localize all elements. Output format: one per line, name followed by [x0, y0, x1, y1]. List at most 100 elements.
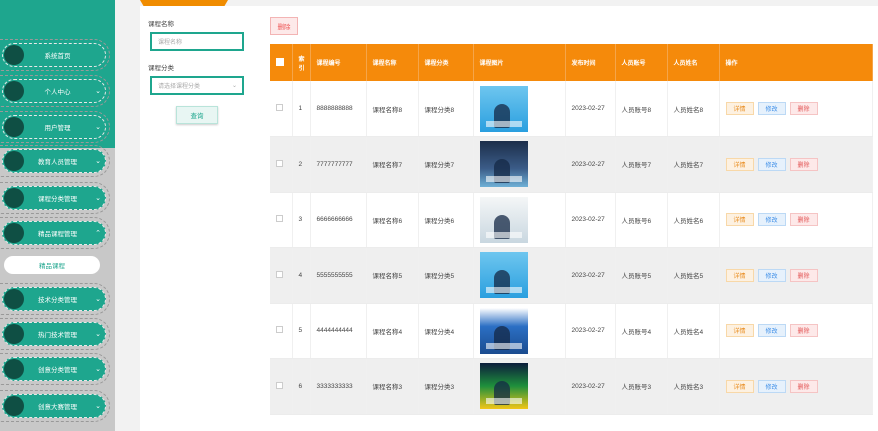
sidebar-item[interactable]: 个人中心 ⌄	[2, 79, 106, 103]
cell-index: 3	[292, 192, 311, 248]
row-checkbox[interactable]	[276, 159, 283, 167]
sidebar-item-label: 创意大赛管理	[38, 404, 77, 411]
batch-delete-button[interactable]: 删除	[270, 17, 298, 35]
delete-button[interactable]: 删除	[789, 213, 818, 227]
delete-button[interactable]: 删除	[789, 102, 818, 115]
select-all-checkbox[interactable]	[270, 44, 293, 81]
edit-button[interactable]: 修改	[757, 157, 786, 171]
cell-account: 人员账号3	[615, 358, 668, 415]
row-checkbox-cell	[270, 192, 293, 248]
header-name: 课程名称	[366, 44, 419, 81]
detail-button[interactable]: 详情	[725, 379, 754, 393]
chevron-down-icon: ⌄	[95, 296, 101, 303]
sidebar-item-label: 精品课程管理	[38, 231, 77, 238]
cell-index: 2	[292, 136, 311, 193]
cell-account: 人员账号8	[615, 81, 668, 137]
cell-code: 6666666666	[310, 192, 367, 248]
cell-actions: 详情 修改 删除	[719, 192, 873, 248]
edit-button[interactable]: 修改	[757, 324, 786, 338]
cell-actions: 详情 修改 删除	[719, 358, 873, 415]
cell-date: 2023-02-27	[565, 192, 616, 248]
course-type-placeholder: 请选择课程分类	[158, 84, 201, 90]
row-checkbox[interactable]	[276, 215, 283, 223]
edit-button[interactable]: 修改	[757, 379, 786, 393]
header-account: 人员账号	[615, 44, 668, 81]
course-thumbnail[interactable]	[479, 252, 528, 299]
menu-dot-icon	[4, 117, 24, 137]
edit-button[interactable]: 修改	[757, 213, 786, 227]
delete-button[interactable]: 删除	[789, 379, 818, 393]
row-checkbox[interactable]	[276, 326, 283, 334]
delete-button[interactable]: 删除	[789, 157, 818, 171]
sidebar-item[interactable]: 创意分类管理 ⌄	[2, 357, 106, 381]
sidebar-item[interactable]: 教育人员管理 ⌄	[2, 149, 106, 173]
cell-person: 人员姓名4	[667, 303, 720, 359]
row-actions: 详情 修改 删除	[725, 324, 872, 338]
delete-button[interactable]: 删除	[789, 268, 818, 282]
row-actions: 详情 修改 删除	[725, 268, 872, 282]
course-name-input[interactable]: 课程名称	[150, 32, 244, 51]
header-date: 发布时间	[565, 44, 616, 81]
course-thumbnail[interactable]	[479, 363, 528, 410]
cell-person: 人员姓名5	[667, 247, 720, 304]
course-thumbnail[interactable]	[479, 196, 528, 243]
cell-date: 2023-02-27	[565, 358, 616, 415]
detail-button[interactable]: 详情	[725, 268, 754, 282]
filter-panel: 课程名称 课程名称 课程分类 请选择课程分类 ⌄ 查询	[140, 6, 256, 431]
row-checkbox[interactable]	[276, 270, 283, 278]
sidebar-item[interactable]: 精品课程管理 ⌃	[2, 221, 106, 245]
row-checkbox[interactable]	[276, 381, 283, 389]
sidebar-item[interactable]: 系统首页	[2, 43, 106, 67]
edit-button[interactable]: 修改	[757, 102, 786, 115]
cell-index: 5	[292, 303, 311, 359]
table-header-row: 索引 课程编号 课程名称 课程分类 课程图片 发布时间 人员账号 人员姓名 操作	[270, 44, 873, 81]
sidebar-item[interactable]: 技术分类管理 ⌄	[2, 287, 106, 311]
course-thumbnail[interactable]	[479, 307, 528, 354]
sidebar-item-label: 技术分类管理	[38, 297, 77, 304]
row-checkbox[interactable]	[276, 104, 283, 111]
header-code: 课程编号	[310, 44, 367, 81]
query-button[interactable]: 查询	[176, 106, 218, 124]
edit-button[interactable]: 修改	[757, 268, 786, 282]
sidebar-item[interactable]: 热门技术管理 ⌄	[2, 322, 106, 346]
cell-code: 4444444444	[310, 303, 367, 359]
header-type: 课程分类	[418, 44, 474, 81]
sidebar-item[interactable]: 课程分类管理 ⌄	[2, 186, 106, 210]
course-thumbnail[interactable]	[479, 141, 528, 188]
cell-actions: 详情 修改 删除	[719, 136, 873, 193]
checkbox-icon[interactable]	[276, 57, 284, 66]
thumbnail-band	[485, 342, 522, 349]
course-name-label: 课程名称	[148, 21, 174, 28]
course-type-label: 课程分类	[148, 65, 174, 72]
chevron-down-icon: ⌄	[95, 88, 101, 95]
sidebar: 系统首页个人中心 ⌄ 用户管理 ⌄ 教育人员管理 ⌄ 课程分类管理 ⌄ 精品课程管理 ⌃ 技术分类管…	[0, 0, 115, 431]
thumbnail-band	[485, 398, 522, 405]
sidebar-item-label: 热门技术管理	[38, 332, 77, 339]
cell-name: 课程名称8	[366, 81, 419, 137]
menu-dot-icon	[4, 45, 24, 65]
delete-button[interactable]: 删除	[789, 324, 818, 338]
table-row: 3 6666666666 课程名称6 课程分类6 2023-02-27 人员账号6 人员姓名…	[270, 192, 873, 248]
cell-image	[473, 303, 566, 359]
table-row: 4 5555555555 课程名称5 课程分类5 2023-02-27 人员账号5 人员姓名…	[270, 247, 873, 304]
cell-account: 人员账号5	[615, 247, 668, 304]
cell-actions: 详情 修改 删除	[719, 303, 873, 359]
cell-account: 人员账号7	[615, 136, 668, 193]
chevron-down-icon: ⌄	[95, 331, 101, 338]
course-type-select[interactable]: 请选择课程分类 ⌄	[150, 76, 244, 95]
row-actions: 详情 修改 删除	[725, 379, 872, 393]
cell-person: 人员姓名8	[667, 81, 720, 137]
cell-image	[473, 358, 566, 415]
cell-date: 2023-02-27	[565, 136, 616, 193]
detail-button[interactable]: 详情	[725, 324, 754, 338]
course-thumbnail[interactable]	[479, 85, 528, 132]
header-actions: 操作	[719, 44, 873, 81]
sidebar-item[interactable]: 用户管理 ⌄	[2, 115, 106, 139]
detail-button[interactable]: 详情	[725, 102, 754, 115]
sidebar-item[interactable]: 创意大赛管理 ⌄	[2, 394, 106, 418]
cell-index: 4	[292, 247, 311, 304]
detail-button[interactable]: 详情	[725, 213, 754, 227]
detail-button[interactable]: 详情	[725, 157, 754, 171]
row-actions: 详情 修改 删除	[725, 157, 872, 171]
sidebar-subitem-course[interactable]: 精品课程	[4, 256, 100, 274]
